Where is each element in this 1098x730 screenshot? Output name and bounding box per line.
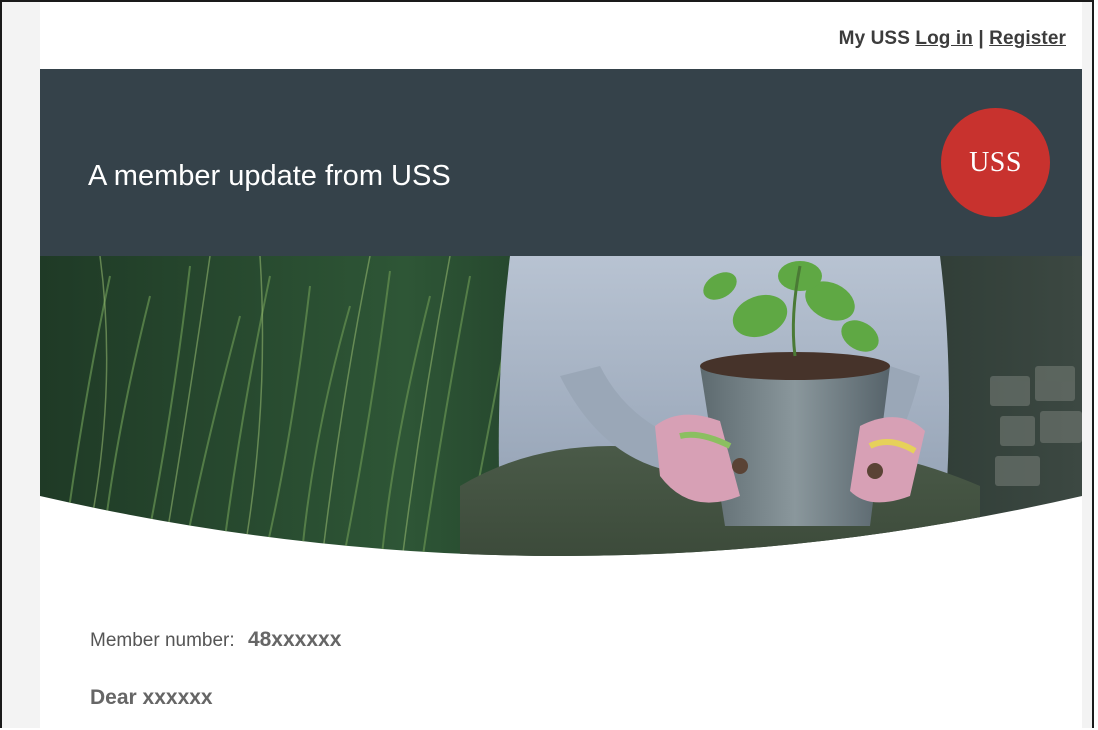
member-number-label: Member number: <box>90 630 235 651</box>
hero-photo-icon <box>40 256 1082 556</box>
register-link[interactable]: Register <box>989 28 1066 49</box>
hero-image <box>40 256 1082 576</box>
member-number-value: 48xxxxxx <box>247 628 342 651</box>
email-body: My USS Log in | Register A member update… <box>40 2 1082 730</box>
my-uss-label: My USS <box>838 28 910 49</box>
logo-text: USS <box>969 146 1022 178</box>
uss-logo: USS <box>941 108 1050 217</box>
window-frame: My USS Log in | Register A member update… <box>0 0 1094 730</box>
link-separator: | <box>978 28 984 49</box>
email-header: A member update from USS USS <box>40 69 1082 256</box>
account-links: My USS Log in | Register <box>839 28 1066 50</box>
member-number-line: Member number: 48xxxxxx <box>90 628 341 652</box>
login-link[interactable]: Log in <box>915 28 973 49</box>
greeting: Dear xxxxxx <box>90 686 213 709</box>
header-title: A member update from USS <box>88 160 451 192</box>
